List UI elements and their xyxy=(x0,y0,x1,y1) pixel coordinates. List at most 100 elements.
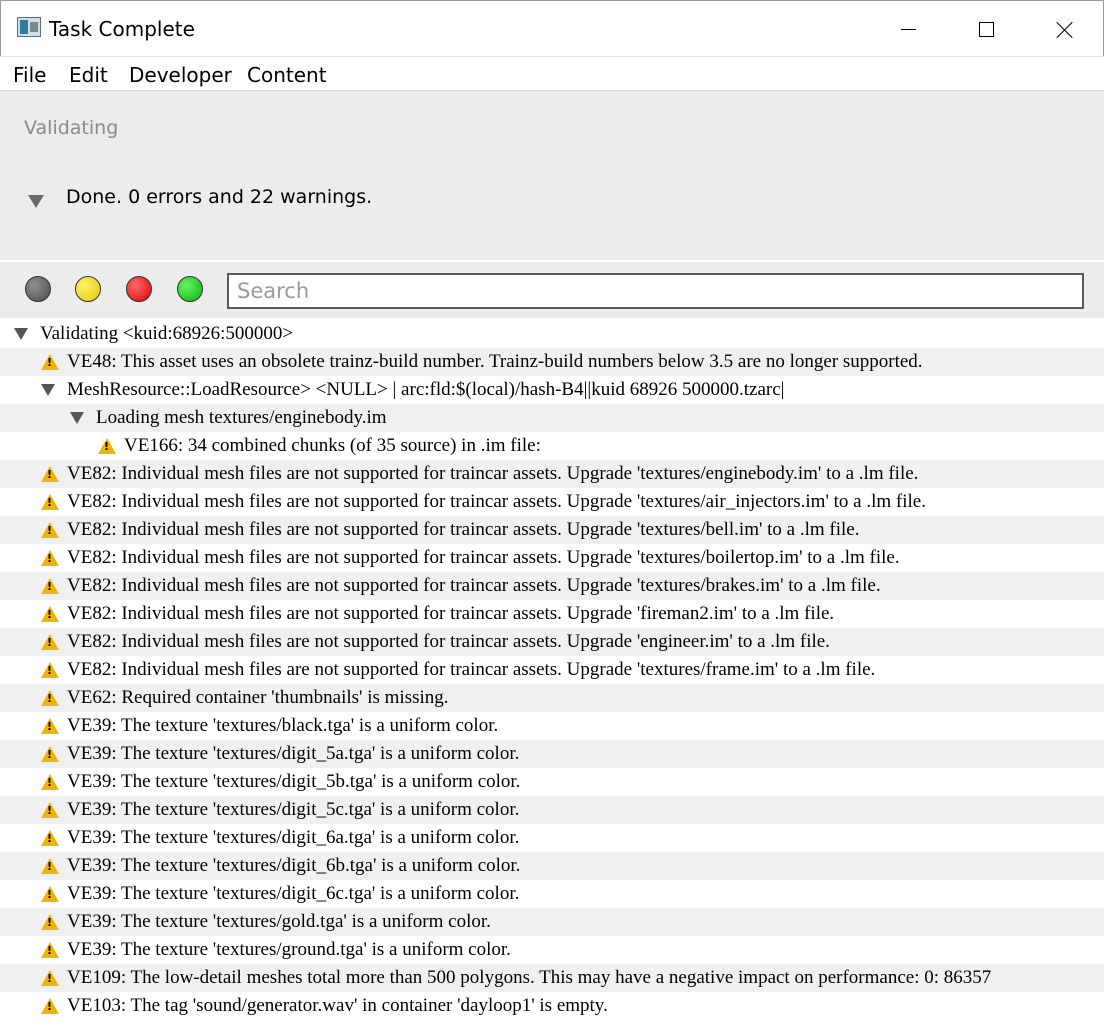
log-row[interactable]: VE82: Individual mesh files are not supp… xyxy=(0,628,1104,656)
minimize-icon xyxy=(900,28,916,30)
log-row-text: VE82: Individual mesh files are not supp… xyxy=(67,659,876,680)
app-window-icon xyxy=(17,17,41,37)
warning-icon xyxy=(41,465,59,483)
warning-icon xyxy=(41,353,59,371)
log-row-text: VE39: The texture 'textures/digit_5a.tga… xyxy=(67,743,520,764)
log-row[interactable]: VE39: The texture 'textures/digit_6a.tga… xyxy=(0,824,1104,852)
log-row-text: VE82: Individual mesh files are not supp… xyxy=(67,547,900,568)
maximize-icon xyxy=(978,21,994,37)
log-row[interactable]: VE39: The texture 'textures/ground.tga' … xyxy=(0,936,1104,964)
log-row-text: VE48: This asset uses an obsolete trainz… xyxy=(67,351,923,372)
warning-icon xyxy=(41,885,59,903)
window-title: Task Complete xyxy=(49,17,195,41)
warning-icon xyxy=(41,857,59,875)
status-label: Validating xyxy=(24,117,119,139)
log-row[interactable]: VE82: Individual mesh files are not supp… xyxy=(0,460,1104,488)
warning-icon xyxy=(41,941,59,959)
filter-yellow-icon[interactable] xyxy=(75,276,101,302)
warning-icon xyxy=(41,661,59,679)
warning-icon xyxy=(41,997,59,1015)
log-row-text: VE39: The texture 'textures/digit_5b.tga… xyxy=(67,771,521,792)
log-row[interactable]: VE82: Individual mesh files are not supp… xyxy=(0,572,1104,600)
menu-developer[interactable]: Developer xyxy=(129,63,232,87)
log-row[interactable]: VE103: The tag 'sound/generator.wav' in … xyxy=(0,992,1104,1020)
log-row[interactable]: VE62: Required container 'thumbnails' is… xyxy=(0,684,1104,712)
warning-icon xyxy=(41,745,59,763)
status-summary: Done. 0 errors and 22 warnings. xyxy=(66,186,373,208)
log-row-text: MeshResource::LoadResource> <NULL> | arc… xyxy=(67,379,785,400)
warning-icon xyxy=(41,549,59,567)
warning-icon xyxy=(41,829,59,847)
log-row-text: VE39: The texture 'textures/ground.tga' … xyxy=(67,939,511,960)
log-row-text: VE82: Individual mesh files are not supp… xyxy=(67,491,926,512)
filter-green-icon[interactable] xyxy=(177,276,203,302)
log-row-text: VE39: The texture 'textures/digit_5c.tga… xyxy=(67,799,520,820)
menu-edit[interactable]: Edit xyxy=(69,63,108,87)
log-row-text: VE39: The texture 'textures/digit_6a.tga… xyxy=(67,827,520,848)
log-row[interactable]: VE39: The texture 'textures/digit_5a.tga… xyxy=(0,740,1104,768)
log-row[interactable]: VE48: This asset uses an obsolete trainz… xyxy=(0,348,1104,376)
log-row-text: VE39: The texture 'textures/black.tga' i… xyxy=(67,715,499,736)
filter-bar xyxy=(0,260,1104,318)
log-row-text: VE82: Individual mesh files are not supp… xyxy=(67,463,919,484)
log-row-text: VE82: Individual mesh files are not supp… xyxy=(67,575,881,596)
warning-icon xyxy=(41,493,59,511)
log-row-text: VE39: The texture 'textures/digit_6c.tga… xyxy=(67,883,520,904)
warning-icon xyxy=(41,801,59,819)
log-row[interactable]: VE82: Individual mesh files are not supp… xyxy=(0,488,1104,516)
tree-expand-icon[interactable] xyxy=(14,328,28,340)
log-row[interactable]: VE39: The texture 'textures/digit_6b.tga… xyxy=(0,852,1104,880)
log-row-text: VE39: The texture 'textures/gold.tga' is… xyxy=(67,911,491,932)
collapse-arrow-icon[interactable] xyxy=(28,195,44,208)
status-panel: Validating Done. 0 errors and 22 warning… xyxy=(0,90,1104,260)
close-icon xyxy=(1056,21,1073,38)
maximize-button[interactable] xyxy=(947,1,1025,57)
warning-icon xyxy=(41,773,59,791)
log-row[interactable]: VE109: The low-detail meshes total more … xyxy=(0,964,1104,992)
close-button[interactable] xyxy=(1025,1,1103,57)
log-row[interactable]: Loading mesh textures/enginebody.im xyxy=(0,404,1104,432)
filter-red-icon[interactable] xyxy=(126,276,152,302)
log-row-text: VE103: The tag 'sound/generator.wav' in … xyxy=(67,995,608,1016)
warning-icon xyxy=(41,577,59,595)
log-row-text: Loading mesh textures/enginebody.im xyxy=(96,407,387,428)
log-row-text: VE82: Individual mesh files are not supp… xyxy=(67,603,835,624)
log-tree[interactable]: Validating <kuid:68926:500000> VE48: This… xyxy=(0,320,1104,1036)
log-row[interactable]: VE82: Individual mesh files are not supp… xyxy=(0,656,1104,684)
log-row[interactable]: VE82: Individual mesh files are not supp… xyxy=(0,544,1104,572)
tree-expand-icon[interactable] xyxy=(70,412,84,424)
log-row[interactable]: VE39: The texture 'textures/digit_5b.tga… xyxy=(0,768,1104,796)
log-row[interactable]: VE82: Individual mesh files are not supp… xyxy=(0,600,1104,628)
warning-icon xyxy=(41,717,59,735)
log-row[interactable]: VE39: The texture 'textures/gold.tga' is… xyxy=(0,908,1104,936)
log-row[interactable]: VE39: The texture 'textures/digit_5c.tga… xyxy=(0,796,1104,824)
menu-bar: File Edit Developer Content xyxy=(0,56,1104,90)
menu-content[interactable]: Content xyxy=(247,63,327,87)
log-row[interactable]: Validating <kuid:68926:500000> xyxy=(0,320,1104,348)
log-row[interactable]: VE166: 34 combined chunks (of 35 source)… xyxy=(0,432,1104,460)
warning-icon xyxy=(41,521,59,539)
warning-icon xyxy=(41,633,59,651)
log-row[interactable]: VE39: The texture 'textures/black.tga' i… xyxy=(0,712,1104,740)
log-row-text: Validating <kuid:68926:500000> xyxy=(40,323,294,344)
log-row[interactable]: VE39: The texture 'textures/digit_6c.tga… xyxy=(0,880,1104,908)
warning-icon xyxy=(41,689,59,707)
log-row-text: VE82: Individual mesh files are not supp… xyxy=(67,519,860,540)
log-row-text: VE39: The texture 'textures/digit_6b.tga… xyxy=(67,855,521,876)
title-bar: Task Complete xyxy=(0,0,1104,56)
warning-icon xyxy=(41,913,59,931)
log-row-text: VE166: 34 combined chunks (of 35 source)… xyxy=(124,435,541,456)
filter-gray-icon[interactable] xyxy=(25,276,51,302)
log-row-text: VE82: Individual mesh files are not supp… xyxy=(67,631,830,652)
search-input[interactable] xyxy=(227,273,1084,309)
warning-icon xyxy=(98,437,116,455)
warning-icon xyxy=(41,969,59,987)
tree-expand-icon[interactable] xyxy=(41,384,55,396)
warning-icon xyxy=(41,605,59,623)
log-row-text: VE109: The low-detail meshes total more … xyxy=(67,967,992,988)
log-row[interactable]: MeshResource::LoadResource> <NULL> | arc… xyxy=(0,376,1104,404)
menu-file[interactable]: File xyxy=(13,63,46,87)
log-row-text: VE62: Required container 'thumbnails' is… xyxy=(67,687,449,708)
log-row[interactable]: VE82: Individual mesh files are not supp… xyxy=(0,516,1104,544)
minimize-button[interactable] xyxy=(869,1,947,57)
